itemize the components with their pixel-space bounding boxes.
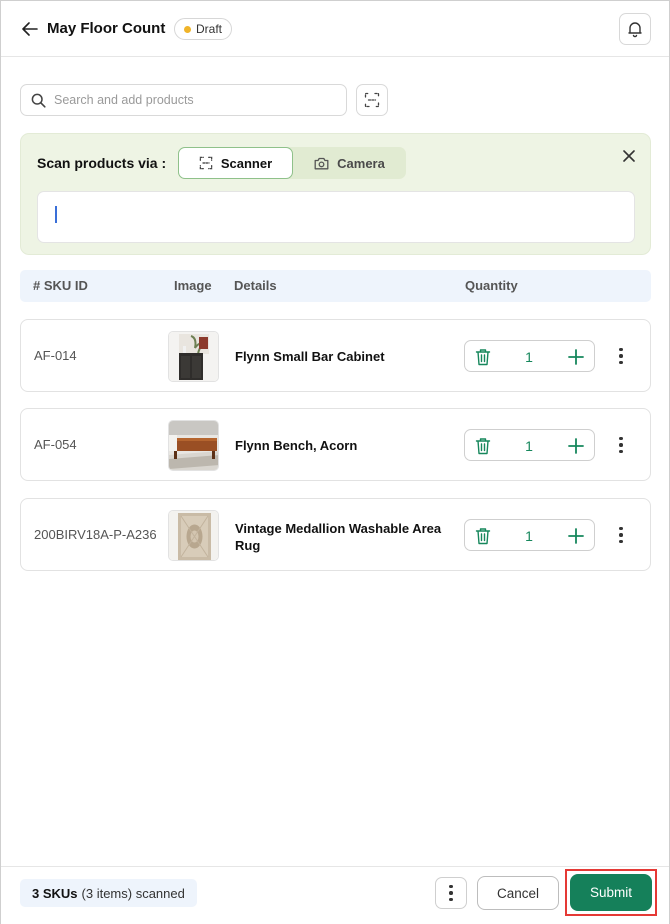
- scan-icon: [364, 92, 380, 108]
- scan-label: Scan products via :: [37, 155, 167, 171]
- scanner-option[interactable]: Scanner: [178, 147, 293, 179]
- quantity-stepper: 1: [464, 340, 595, 372]
- bell-icon: [628, 22, 642, 38]
- quantity-stepper: 1: [464, 429, 595, 461]
- search-input[interactable]: [54, 93, 324, 107]
- status-badge: Draft: [174, 18, 233, 40]
- close-scan-button[interactable]: [619, 146, 639, 166]
- scan-input-field[interactable]: [37, 191, 635, 243]
- product-name: Flynn Small Bar Cabinet: [235, 349, 385, 364]
- trash-icon: [475, 349, 491, 366]
- column-header-quantity: Quantity: [465, 278, 518, 293]
- more-options-button[interactable]: [435, 877, 467, 909]
- trash-icon: [475, 438, 491, 455]
- camera-icon: [314, 157, 329, 169]
- quantity-value: 1: [525, 349, 533, 365]
- scan-mode-toggle: Scanner Camera: [178, 147, 406, 179]
- back-arrow-icon[interactable]: [19, 18, 41, 40]
- plus-icon: [568, 349, 584, 365]
- status-dot: [184, 25, 191, 33]
- close-icon: [623, 150, 635, 162]
- row-more-options-icon[interactable]: [613, 524, 629, 546]
- table-row: AF-054 Flynn Bench, Acorn 1: [20, 408, 651, 481]
- increase-quantity-button[interactable]: [565, 525, 587, 547]
- plus-icon: [568, 438, 584, 454]
- status-badge-label: Draft: [196, 22, 223, 36]
- product-image-bar-cabinet: [168, 331, 219, 382]
- increase-quantity-button[interactable]: [565, 435, 587, 457]
- submit-button[interactable]: Submit: [570, 874, 652, 911]
- top-bar: May Floor Count Draft: [1, 1, 669, 57]
- table-row: 200BIRV18A-P-A236 Vintage Medallion Wash…: [20, 498, 651, 571]
- page-title: May Floor Count: [47, 20, 166, 37]
- delete-item-button[interactable]: [473, 347, 493, 367]
- table-header: # SKU ID Image Details Quantity: [20, 270, 651, 302]
- increase-quantity-button[interactable]: [565, 346, 587, 368]
- sku-count: 3 SKUs: [32, 885, 78, 901]
- camera-label: Camera: [337, 155, 385, 171]
- quantity-stepper: 1: [464, 519, 595, 551]
- search-icon: [31, 93, 46, 108]
- sku-id: AF-054: [34, 437, 77, 452]
- quantity-value: 1: [525, 438, 533, 454]
- delete-item-button[interactable]: [473, 436, 493, 456]
- product-name: Flynn Bench, Acorn: [235, 438, 358, 453]
- scan-panel: Scan products via : Scanner Camera: [20, 133, 651, 255]
- plus-icon: [568, 528, 584, 544]
- footer-bar: 3 SKUs (3 items) scanned Cancel Submit: [1, 866, 669, 924]
- product-name: Vintage Medallion Washable Area Rug: [235, 521, 442, 553]
- scanner-icon: [199, 156, 213, 170]
- trash-icon: [475, 528, 491, 545]
- column-header-sku: # SKU ID: [33, 278, 88, 293]
- delete-item-button[interactable]: [473, 526, 493, 546]
- text-caret: [55, 206, 57, 223]
- sku-id: AF-014: [34, 348, 77, 363]
- camera-option[interactable]: Camera: [293, 147, 406, 179]
- product-image-rug: [168, 510, 219, 561]
- column-header-details: Details: [234, 278, 277, 293]
- product-search[interactable]: [20, 84, 347, 116]
- column-header-image: Image: [174, 278, 212, 293]
- sku-id: 200BIRV18A-P-A236: [34, 527, 157, 542]
- scan-barcode-button[interactable]: [356, 84, 388, 116]
- table-row: AF-014 Flynn Small Bar Cabinet 1: [20, 319, 651, 392]
- quantity-value: 1: [525, 528, 533, 544]
- cancel-button[interactable]: Cancel: [477, 876, 559, 910]
- row-more-options-icon[interactable]: [613, 345, 629, 367]
- scanner-label: Scanner: [220, 155, 273, 171]
- scan-summary: 3 SKUs (3 items) scanned: [20, 879, 197, 907]
- row-more-options-icon[interactable]: [613, 434, 629, 456]
- notifications-button[interactable]: [619, 13, 651, 45]
- app-frame: May Floor Count Draft Scan products via …: [0, 0, 670, 924]
- product-image-bench: [168, 420, 219, 471]
- items-scanned-text: (3 items) scanned: [81, 885, 185, 901]
